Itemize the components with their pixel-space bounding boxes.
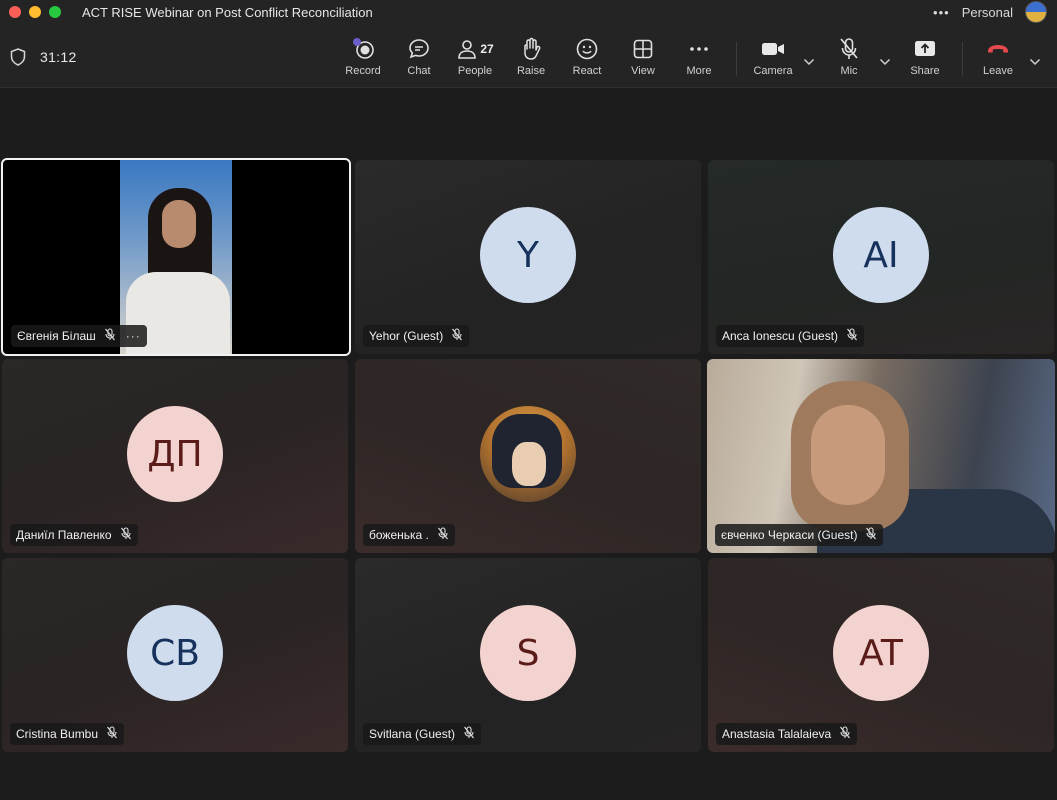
meeting-toolbar: 31:12 Record Chat 27 People Raise React …: [0, 24, 1057, 88]
ellipsis-icon: [688, 36, 710, 62]
participant-name: боженька .: [369, 528, 429, 542]
participant-nameplate: Svitlana (Guest): [363, 723, 482, 745]
more-button[interactable]: More: [671, 36, 727, 80]
mic-muted-icon: [104, 328, 116, 344]
meeting-timer: 31:12: [40, 49, 77, 65]
participant-tile[interactable]: AT Anastasia Talalaieva: [708, 558, 1054, 752]
react-label: React: [572, 65, 602, 77]
mic-options-chevron-icon[interactable]: [879, 53, 891, 71]
participant-name: Даниїл Павленко: [16, 528, 112, 542]
raise-hand-button[interactable]: Raise: [503, 36, 559, 80]
close-window-button[interactable]: [9, 6, 21, 18]
participant-nameplate: Yehor (Guest): [363, 325, 470, 347]
camera-icon: [760, 36, 786, 62]
mic-muted-icon: [437, 527, 449, 543]
mic-muted-icon: [120, 527, 132, 543]
participant-name: Svitlana (Guest): [369, 727, 456, 741]
participant-name: Anca Ionescu (Guest): [722, 329, 839, 343]
participant-profile-picture: [480, 406, 576, 502]
leave-options-chevron-icon[interactable]: [1029, 53, 1041, 71]
smiley-icon: [575, 36, 599, 62]
participant-avatar: CB: [127, 605, 223, 701]
record-icon: [350, 36, 376, 62]
mic-muted-icon: [846, 328, 858, 344]
participant-avatar: AT: [833, 605, 929, 701]
participant-tile[interactable]: євченко Черкаси (Guest): [707, 359, 1055, 553]
toolbar-divider: [962, 42, 963, 76]
share-screen-icon: [913, 36, 937, 62]
leave-button[interactable]: Leave: [970, 36, 1026, 80]
title-bar: ACT RISE Webinar on Post Conflict Reconc…: [0, 0, 1057, 24]
participant-nameplate: Anca Ionescu (Guest): [716, 325, 865, 347]
participant-tile[interactable]: AI Anca Ionescu (Guest): [708, 160, 1054, 354]
people-count: 27: [480, 42, 494, 56]
people-button[interactable]: 27 People: [447, 36, 503, 80]
mic-muted-icon: [839, 726, 851, 742]
participant-nameplate: євченко Черкаси (Guest): [715, 524, 884, 546]
hand-icon: [520, 36, 542, 62]
participant-tile[interactable]: Євгенія Білаш ···: [1, 158, 351, 356]
participant-name: Yehor (Guest): [369, 329, 444, 343]
participant-tile[interactable]: ДП Даниїл Павленко: [2, 359, 348, 553]
leave-label: Leave: [983, 65, 1013, 77]
chat-button[interactable]: Chat: [391, 36, 447, 80]
mic-label: Mic: [840, 65, 858, 77]
mic-button[interactable]: Mic: [821, 36, 877, 80]
more-options-icon[interactable]: •••: [933, 5, 950, 20]
participant-nameplate: Євгенія Білаш ···: [11, 325, 147, 347]
camera-label: Camera: [753, 65, 793, 77]
profile-label[interactable]: Personal: [962, 5, 1013, 20]
hang-up-icon: [985, 36, 1011, 62]
window-title: ACT RISE Webinar on Post Conflict Reconc…: [82, 4, 373, 20]
participant-tile[interactable]: боженька .: [355, 359, 701, 553]
window-controls: [9, 6, 61, 18]
camera-button[interactable]: Camera: [745, 36, 801, 80]
maximize-window-button[interactable]: [49, 6, 61, 18]
minimize-window-button[interactable]: [29, 6, 41, 18]
grid-view-icon: [632, 36, 654, 62]
raise-label: Raise: [516, 65, 546, 77]
participant-nameplate: Cristina Bumbu: [10, 723, 125, 745]
share-label: Share: [910, 65, 940, 77]
view-button[interactable]: View: [615, 36, 671, 80]
mic-muted-icon: [838, 36, 860, 62]
participant-name: євченко Черкаси (Guest): [721, 528, 858, 542]
shield-icon[interactable]: [10, 48, 26, 71]
chat-label: Chat: [407, 65, 431, 77]
participant-tile[interactable]: Y Yehor (Guest): [355, 160, 701, 354]
participant-name: Євгенія Білаш: [17, 329, 96, 343]
participant-avatar: AI: [833, 207, 929, 303]
toolbar-divider: [736, 42, 737, 76]
participant-nameplate: Даниїл Павленко: [10, 524, 138, 546]
react-button[interactable]: React: [559, 36, 615, 80]
mic-muted-icon: [106, 726, 118, 742]
participant-more-icon[interactable]: ···: [126, 329, 141, 343]
participant-name: Anastasia Talalaieva: [722, 727, 832, 741]
camera-options-chevron-icon[interactable]: [803, 53, 815, 71]
participant-tile[interactable]: S Svitlana (Guest): [355, 558, 701, 752]
view-label: View: [631, 65, 655, 77]
people-label: People: [457, 65, 493, 77]
mic-muted-icon: [463, 726, 475, 742]
mic-muted-icon: [865, 527, 877, 543]
record-label: Record: [345, 65, 381, 77]
profile-avatar[interactable]: [1025, 1, 1047, 23]
participant-avatar: S: [480, 605, 576, 701]
participant-nameplate: боженька .: [363, 524, 455, 546]
more-label: More: [686, 65, 712, 77]
mic-muted-icon: [451, 328, 463, 344]
participant-nameplate: Anastasia Talalaieva: [716, 723, 858, 745]
people-icon: [458, 40, 477, 59]
share-button[interactable]: Share: [897, 36, 953, 80]
record-button[interactable]: Record: [335, 36, 391, 80]
participant-avatar: ДП: [127, 406, 223, 502]
participant-tile[interactable]: CB Cristina Bumbu: [2, 558, 348, 752]
participant-avatar: Y: [480, 207, 576, 303]
participant-name: Cristina Bumbu: [16, 727, 99, 741]
chat-icon: [407, 36, 431, 62]
